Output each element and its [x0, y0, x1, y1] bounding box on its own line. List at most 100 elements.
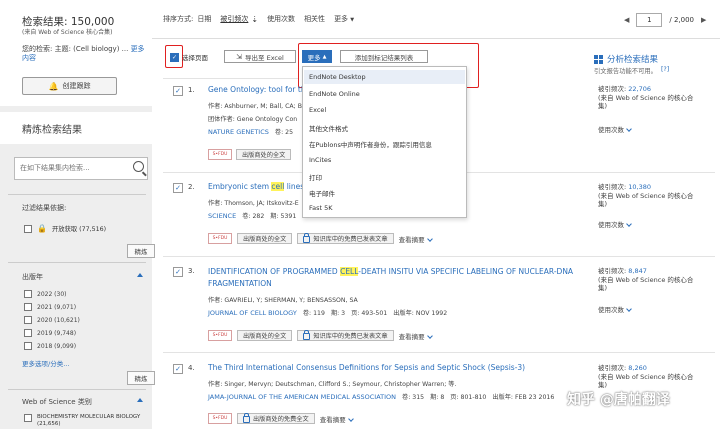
sort-date[interactable]: 日期 [197, 14, 211, 24]
publisher-free-fulltext-button[interactable]: 出版商处的免费全文 [237, 413, 315, 424]
sfx-button[interactable]: S•FDU [208, 233, 232, 244]
record-authors: 作者: GAVRIELI, Y; SHERMAN, Y; BENSASSON, … [208, 297, 358, 304]
menu-item-email[interactable]: 电子邮件 [309, 188, 335, 198]
menu-item-endnote-desktop[interactable]: EndNote Desktop [309, 73, 366, 81]
next-page-icon[interactable]: ▶ [701, 16, 706, 24]
view-summary-link[interactable]: 查看摘要 [399, 331, 433, 341]
sort-usage[interactable]: 使用次数 [267, 14, 295, 24]
more-button[interactable]: 更多 ▲ [302, 50, 332, 63]
record-checkbox[interactable]: ✓ [173, 267, 183, 277]
record-title[interactable]: The Third International Consensus Defini… [208, 363, 525, 372]
create-alert-button[interactable]: 🔔 创建跟踪 [22, 77, 117, 95]
year-option[interactable]: 2022 (30) [24, 290, 80, 298]
record-title[interactable]: Embryonic stem cell lines d [208, 182, 311, 191]
publisher-fulltext-button[interactable]: 出版商处的全文 [236, 149, 292, 160]
free-fulltext-label: 知识库中的免费已发表文章 [313, 236, 388, 243]
menu-item-publons[interactable]: 在Publons中声明作者身份，跟踪引用信息 [309, 139, 432, 149]
record-citations: 被引频次: 8,260 (来自 Web of Science 的核心合集) [598, 364, 698, 390]
chevron-down-icon [626, 126, 632, 132]
sort-desc-icon[interactable]: ⇣ [251, 15, 258, 24]
refine-search [14, 157, 148, 180]
usage-dropdown[interactable]: 使用次数 [598, 219, 632, 229]
menu-item-excel[interactable]: Excel [309, 106, 326, 114]
title-text: IDENTIFICATION OF PROGRAMMED [208, 267, 338, 276]
record-checkbox[interactable]: ✓ [173, 183, 183, 193]
record-citations: 被引频次: 10,380 (来自 Web of Science 的核心合集) [598, 183, 698, 209]
cites-count[interactable]: 22,706 [628, 85, 651, 93]
refine-button[interactable]: 精炼 [127, 371, 155, 385]
record-citations: 被引频次: 22,706 (来自 Web of Science 的核心合集) [598, 85, 698, 111]
usage-dropdown[interactable]: 使用次数 [598, 124, 632, 134]
publisher-fulltext-button[interactable]: 出版商处的全文 [237, 330, 293, 341]
sort-relevance[interactable]: 相关性 [304, 14, 325, 24]
add-marked-button[interactable]: 添加到标记结果列表 [340, 50, 428, 63]
record-pages: 页: 801-810 [450, 394, 487, 401]
sfx-button[interactable]: S•FDU [208, 330, 232, 341]
record-checkbox[interactable]: ✓ [173, 86, 183, 96]
record-checkbox[interactable]: ✓ [173, 364, 183, 374]
open-access-checkbox[interactable] [24, 224, 32, 233]
sort-more[interactable]: 更多 ▼ [334, 14, 354, 24]
prev-page-icon[interactable]: ◀ [624, 16, 629, 24]
free-fulltext-button[interactable]: 知识库中的免费已发表文章 [297, 330, 394, 341]
record-journal[interactable]: JOURNAL OF CELL BIOLOGY [208, 309, 297, 317]
usage-label: 使用次数 [598, 221, 624, 229]
menu-item-fast5k[interactable]: Fast 5K [309, 204, 333, 212]
help-link[interactable]: [?] [661, 66, 669, 75]
record-journal[interactable]: NATURE GENETICS [208, 128, 269, 136]
refine-search-input[interactable] [15, 158, 133, 177]
view-summary-link[interactable]: 查看摘要 [399, 234, 433, 244]
analysis-link[interactable]: 分析检索结果 [594, 53, 658, 65]
menu-item-print[interactable]: 打印 [309, 172, 322, 182]
page-total: / 2,000 [669, 16, 695, 24]
analysis-title: 分析检索结果 [607, 55, 659, 65]
more-options-link[interactable]: 更多选项/分类... [22, 358, 69, 368]
free-fulltext-button[interactable]: 知识库中的免费已发表文章 [297, 233, 394, 244]
select-page-label: 选择页面 [182, 54, 208, 62]
publisher-free-fulltext-label: 出版商处的免费全文 [253, 416, 309, 423]
cites-count[interactable]: 8,847 [628, 267, 647, 275]
menu-item-other-formats[interactable]: 其他文件格式 [309, 123, 348, 133]
select-page[interactable]: ✓ 选择页面 [170, 52, 208, 62]
year-checkbox[interactable] [24, 290, 32, 298]
refine-button[interactable]: 精炼 [127, 244, 155, 258]
year-option[interactable]: 2019 (9,748) [24, 329, 80, 337]
year-option[interactable]: 2018 (9,099) [24, 342, 80, 350]
title-text: Embryonic stem [208, 182, 270, 191]
record-title[interactable]: IDENTIFICATION OF PROGRAMMED CELL-DEATH … [208, 266, 588, 290]
collapse-icon[interactable] [137, 273, 143, 277]
usage-label: 使用次数 [598, 306, 624, 314]
year-checkbox[interactable] [24, 342, 32, 350]
sort-citations[interactable]: 被引频次 [220, 14, 248, 24]
open-access-filter[interactable]: 🔒 开放获取 (77,516) [24, 224, 106, 233]
wos-category-option[interactable]: BIOCHEMISTRY MOLECULAR BIOLOGY (21,656) [24, 414, 144, 428]
record-title[interactable]: Gene Ontology: tool for the [208, 85, 310, 94]
export-excel-button[interactable]: ⇲ 导出至 Excel [224, 50, 296, 63]
sfx-button[interactable]: S•FDU [208, 149, 232, 160]
year-checkbox[interactable] [24, 329, 32, 337]
chevron-down-icon [626, 306, 632, 312]
record-journal[interactable]: SCIENCE [208, 212, 236, 220]
year-checkbox[interactable] [24, 316, 32, 324]
record-date: 出版年: NOV 1992 [393, 310, 448, 317]
record-journal[interactable]: JAMA-JOURNAL OF THE AMERICAN MEDICAL ASS… [208, 393, 396, 401]
year-checkbox[interactable] [24, 303, 32, 311]
view-summary-link[interactable]: 查看摘要 [319, 414, 354, 424]
sfx-button[interactable]: S•FDU [208, 413, 232, 424]
cites-count[interactable]: 10,380 [628, 183, 651, 191]
collapse-icon[interactable] [137, 398, 143, 402]
page-input[interactable]: 1 [636, 13, 663, 27]
chevron-down-icon [426, 332, 433, 339]
publisher-fulltext-button[interactable]: 出版商处的全文 [237, 233, 293, 244]
wos-category-checkbox[interactable] [24, 414, 32, 422]
usage-dropdown[interactable]: 使用次数 [598, 304, 632, 314]
record-number: 4. [188, 364, 195, 372]
year-option[interactable]: 2021 (9,071) [24, 303, 80, 311]
search-icon[interactable] [133, 161, 144, 172]
cites-count[interactable]: 8,260 [628, 364, 647, 372]
view-summary-label: 查看摘要 [319, 415, 346, 424]
select-page-checkbox[interactable]: ✓ [170, 52, 179, 62]
menu-item-incites[interactable]: InCites [309, 156, 331, 164]
year-option[interactable]: 2020 (10,621) [24, 316, 80, 324]
menu-item-endnote-online[interactable]: EndNote Online [309, 90, 360, 98]
